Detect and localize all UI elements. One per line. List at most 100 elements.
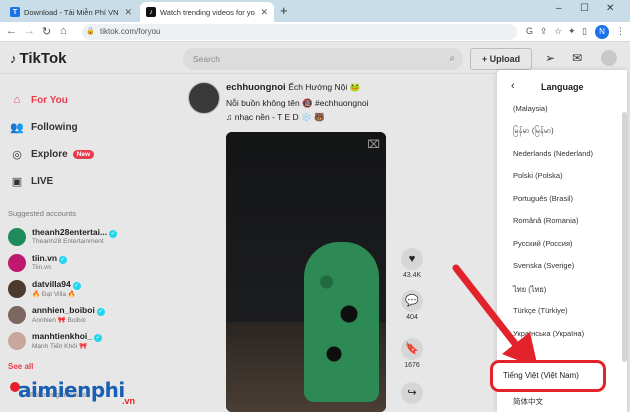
- search-placeholder: Search: [193, 54, 220, 64]
- sidepanel-icon[interactable]: ▯: [582, 26, 587, 37]
- browser-profile-avatar[interactable]: N: [595, 25, 609, 39]
- forward-icon[interactable]: →: [24, 25, 35, 37]
- browser-menu-icon[interactable]: ⋮: [616, 26, 625, 37]
- sidebar-item-label: LIVE: [31, 176, 54, 187]
- panel-scrollbar[interactable]: [622, 112, 627, 362]
- inbox-icon[interactable]: ✉: [572, 51, 582, 65]
- share-page-icon[interactable]: ⇪: [540, 26, 548, 37]
- red-arrow-annotation: [452, 264, 538, 368]
- account-name: theanh28entertai... ✓: [32, 227, 118, 238]
- bookmark-action[interactable]: 🔖 1676: [400, 338, 424, 369]
- verified-icon: ✓: [59, 256, 68, 264]
- account-subtitle: Theanh28 Entertainment: [32, 238, 104, 245]
- account-subtitle: Mạnh Tiến Khôi 🎀: [32, 343, 88, 350]
- close-tab-icon[interactable]: ✕: [124, 7, 132, 18]
- user-avatar[interactable]: [601, 50, 617, 66]
- language-option[interactable]: မြန်မာ (မြန်မာ): [513, 126, 554, 137]
- home-icon: ⌂: [13, 94, 21, 106]
- search-input[interactable]: Search ⌕: [183, 48, 463, 70]
- language-option[interactable]: Română (Romania): [513, 216, 578, 225]
- sidebar-item-label: For You: [31, 94, 68, 106]
- sidebar-item-explore[interactable]: ◎ Explore New: [10, 148, 95, 161]
- account-subtitle: 🔥 Đạt Villa 🔥: [32, 291, 76, 298]
- language-option[interactable]: Русский (Россия): [513, 239, 573, 248]
- account-name: tiin.vn ✓: [32, 253, 68, 264]
- video-player[interactable]: ⌧: [226, 132, 386, 412]
- compass-icon: ◎: [12, 149, 22, 161]
- url-text: tiktok.com/foryou: [100, 27, 161, 36]
- sidebar-item-for-you[interactable]: ⌂ For You: [10, 94, 68, 106]
- account-subtitle: Tiin.vn: [32, 264, 51, 271]
- bookmark-icon: 🔖: [401, 338, 423, 360]
- bookmark-count: 1676: [404, 362, 420, 369]
- suggested-account[interactable]: tiin.vn ✓ Tiin.vn: [8, 252, 168, 276]
- maximize-icon[interactable]: ☐: [580, 3, 589, 14]
- post-music[interactable]: ♫ nhạc nền - T E D ❄️ 🐻: [226, 112, 325, 123]
- see-all-link[interactable]: See all: [8, 362, 33, 371]
- home-browser-icon[interactable]: ⌂: [60, 25, 67, 37]
- highlighted-language-vietnamese[interactable]: Tiếng Việt (Việt Nam): [490, 360, 606, 392]
- heart-icon: ♥: [401, 248, 423, 270]
- account-subtitle: Annhien 🎀 Boiboi: [32, 317, 86, 324]
- post-author[interactable]: echhuongnoi Ếch Hướng Nội 🐸: [226, 82, 360, 93]
- minimize-icon[interactable]: –: [556, 3, 562, 14]
- close-tab-icon[interactable]: ✕: [260, 7, 268, 18]
- suggested-account[interactable]: theanh28entertai... ✓ Theanh28 Entertainm…: [8, 226, 168, 250]
- taimienphi-favicon-icon: T: [10, 7, 20, 17]
- reload-icon[interactable]: ↻: [42, 25, 51, 38]
- watermark-tld: .vn: [122, 396, 136, 406]
- language-option[interactable]: Português (Brasil): [513, 194, 573, 203]
- video-frog-figure: [304, 242, 379, 402]
- tab-title: Watch trending videos for yo: [160, 7, 255, 17]
- search-icon[interactable]: ⌕: [449, 48, 455, 70]
- browser-tab-tiktok[interactable]: ♪ Watch trending videos for yo ✕: [140, 2, 274, 22]
- browser-toolbar: ← → ↻ ⌂ 🔒 tiktok.com/foryou G ⇪ ☆ ✦ ▯ N …: [0, 22, 630, 42]
- avatar: [8, 280, 26, 298]
- suggested-account[interactable]: datvilla94 ✓ 🔥 Đạt Villa 🔥: [8, 278, 168, 302]
- browser-tab-strip: T Download - Tải Miễn Phí VN - Ph ✕ ♪ Wa…: [0, 0, 630, 22]
- like-action[interactable]: ♥ 43.4K: [400, 248, 424, 279]
- camera-icon[interactable]: ⌧: [367, 138, 380, 151]
- verified-icon: ✓: [93, 334, 102, 342]
- language-option[interactable]: 简体中文: [513, 396, 543, 407]
- logo-text: TikTok: [19, 50, 67, 67]
- back-chevron-icon[interactable]: ‹: [511, 80, 515, 92]
- verified-icon: ✓: [72, 282, 81, 290]
- post-caption: Nỗi buồn không tên 🔞 #echhuongnoi: [226, 98, 369, 108]
- comment-count: 404: [406, 314, 418, 321]
- suggested-account[interactable]: annhien_boiboi ✓ Annhien 🎀 Boiboi: [8, 304, 168, 328]
- account-name: annhien_boiboi ✓: [32, 305, 105, 316]
- avatar: [8, 306, 26, 324]
- comment-action[interactable]: 💬 404: [400, 290, 424, 321]
- post-username: echhuongnoi: [226, 82, 286, 93]
- close-window-icon[interactable]: ✕: [606, 3, 614, 14]
- share-action[interactable]: ↪: [400, 382, 424, 404]
- back-icon[interactable]: ←: [6, 25, 17, 37]
- language-option[interactable]: (Malaysia): [513, 104, 548, 113]
- send-icon[interactable]: ➢: [545, 51, 555, 65]
- tiktok-logo[interactable]: ♪ TikTok: [10, 50, 66, 67]
- sidebar-item-following[interactable]: 👥 Following: [10, 121, 78, 134]
- language-option[interactable]: Nederlands (Nederland): [513, 149, 593, 158]
- post-author-avatar[interactable]: [188, 82, 220, 114]
- users-icon: 👥: [10, 122, 24, 134]
- extensions-icon[interactable]: ✦: [568, 26, 576, 37]
- tiktok-favicon-icon: ♪: [146, 7, 156, 17]
- bookmark-star-icon[interactable]: ☆: [554, 26, 562, 37]
- tab-title: Download - Tải Miễn Phí VN - Ph: [24, 7, 121, 17]
- language-option[interactable]: Polski (Polska): [513, 171, 563, 180]
- upload-button[interactable]: + Upload: [470, 48, 532, 70]
- new-tab-button[interactable]: +: [280, 3, 288, 18]
- new-badge: New: [72, 150, 95, 159]
- google-lens-icon[interactable]: G: [526, 26, 533, 36]
- suggested-account[interactable]: manhtienkhoi_ ✓ Mạnh Tiến Khôi 🎀: [8, 330, 168, 354]
- account-name: manhtienkhoi_ ✓: [32, 331, 102, 342]
- taimienphi-watermark: aimienphi .vn: [4, 378, 154, 412]
- comment-icon: 💬: [401, 290, 423, 312]
- sidebar-item-live[interactable]: ▣ LIVE: [10, 175, 53, 188]
- verified-icon: ✓: [109, 230, 118, 238]
- avatar: [8, 254, 26, 272]
- browser-tab-download[interactable]: T Download - Tải Miễn Phí VN - Ph ✕: [4, 2, 138, 22]
- address-bar[interactable]: 🔒 tiktok.com/foryou: [82, 24, 517, 40]
- share-icon: ↪: [401, 382, 423, 404]
